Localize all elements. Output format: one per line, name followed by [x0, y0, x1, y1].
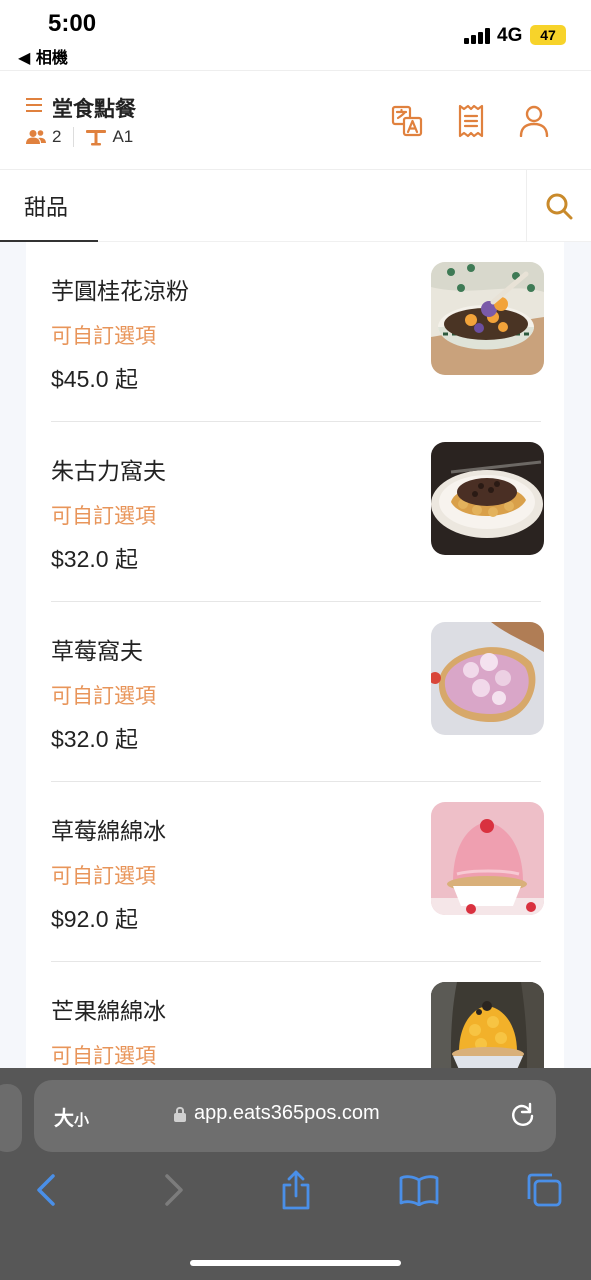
address-bar[interactable]: 大小 app.eats365pos.com [34, 1080, 556, 1152]
menu-item[interactable]: 草莓窩夫 可自訂選項 $32.0 起 [51, 602, 544, 782]
menu-item[interactable]: 朱古力窩夫 可自訂選項 $32.0 起 [51, 422, 544, 602]
item-price: $45.0 起 [51, 366, 138, 393]
reload-icon[interactable] [508, 1100, 536, 1134]
url-text: app.eats365pos.com [194, 1102, 380, 1124]
menu-item[interactable]: 草莓綿綿冰 可自訂選項 $92.0 起 [51, 782, 544, 962]
network-type: 4G [497, 25, 523, 46]
forward-icon[interactable] [152, 1168, 196, 1212]
item-option-label: 可自訂選項 [51, 504, 156, 528]
tab-desserts[interactable]: 甜品 [0, 170, 98, 243]
search-icon [546, 193, 573, 220]
item-photo [431, 982, 544, 1068]
previous-tab-edge[interactable] [0, 1084, 22, 1152]
item-price: $32.0 起 [51, 726, 138, 753]
receipt-icon[interactable] [454, 104, 488, 138]
lock-icon [174, 1106, 186, 1122]
menu-item[interactable]: 芒果綿綿冰 可自訂選項 [51, 962, 544, 1068]
item-name: 芋圓桂花涼粉 [51, 279, 189, 305]
item-photo [431, 622, 544, 735]
search-button[interactable] [526, 170, 591, 242]
table-number: A1 [112, 127, 134, 146]
back-icon[interactable] [24, 1168, 68, 1212]
item-name: 朱古力窩夫 [51, 459, 166, 485]
meta-divider [73, 127, 75, 147]
item-price: $92.0 起 [51, 906, 138, 933]
translate-icon[interactable] [390, 104, 424, 138]
url-display[interactable]: app.eats365pos.com [174, 1102, 380, 1125]
home-indicator [190, 1260, 401, 1266]
tab-label: 甜品 [24, 196, 69, 221]
status-time: 5:00 [48, 10, 97, 37]
item-photo [431, 262, 544, 375]
item-name: 芒果綿綿冰 [51, 999, 166, 1025]
signal-icon [464, 28, 490, 44]
item-photo [431, 802, 544, 915]
item-photo [431, 442, 544, 555]
menu-list: 芋圓桂花涼粉 可自訂選項 $45.0 起 朱古力窩夫 可自訂選項 $32.0 起… [26, 242, 564, 1068]
item-option-label: 可自訂選項 [51, 684, 156, 708]
bookmarks-icon[interactable] [397, 1168, 441, 1212]
text-size-button[interactable]: 大小 [54, 1102, 89, 1131]
app-header: 堂食點餐 2 A1 [0, 70, 591, 170]
guest-count: 2 [52, 127, 62, 146]
share-icon[interactable] [274, 1168, 318, 1212]
menu-icon[interactable] [26, 98, 42, 112]
item-option-label: 可自訂選項 [51, 864, 156, 888]
people-icon [26, 130, 46, 144]
category-bar: 甜品 [0, 170, 591, 243]
page-title: 堂食點餐 [52, 97, 136, 121]
user-icon[interactable] [517, 104, 551, 138]
order-meta: 2 A1 [26, 126, 133, 148]
item-name: 草莓窩夫 [51, 639, 143, 665]
item-price: $32.0 起 [51, 546, 138, 573]
menu-list-area: 芋圓桂花涼粉 可自訂選項 $45.0 起 朱古力窩夫 可自訂選項 $32.0 起… [0, 242, 591, 1068]
tabs-icon[interactable] [522, 1168, 566, 1212]
table-icon [86, 130, 107, 146]
menu-item[interactable]: 芋圓桂花涼粉 可自訂選項 $45.0 起 [51, 242, 544, 422]
item-option-label: 可自訂選項 [51, 1044, 156, 1068]
item-option-label: 可自訂選項 [51, 324, 156, 348]
item-name: 草莓綿綿冰 [51, 819, 166, 845]
status-bar: 5:00 ◀ 相機 4G 47 [0, 0, 591, 70]
back-to-app-link[interactable]: ◀ 相機 [18, 44, 68, 68]
browser-toolbar: 大小 app.eats365pos.com [0, 1068, 591, 1280]
battery-icon: 47 [530, 25, 566, 45]
